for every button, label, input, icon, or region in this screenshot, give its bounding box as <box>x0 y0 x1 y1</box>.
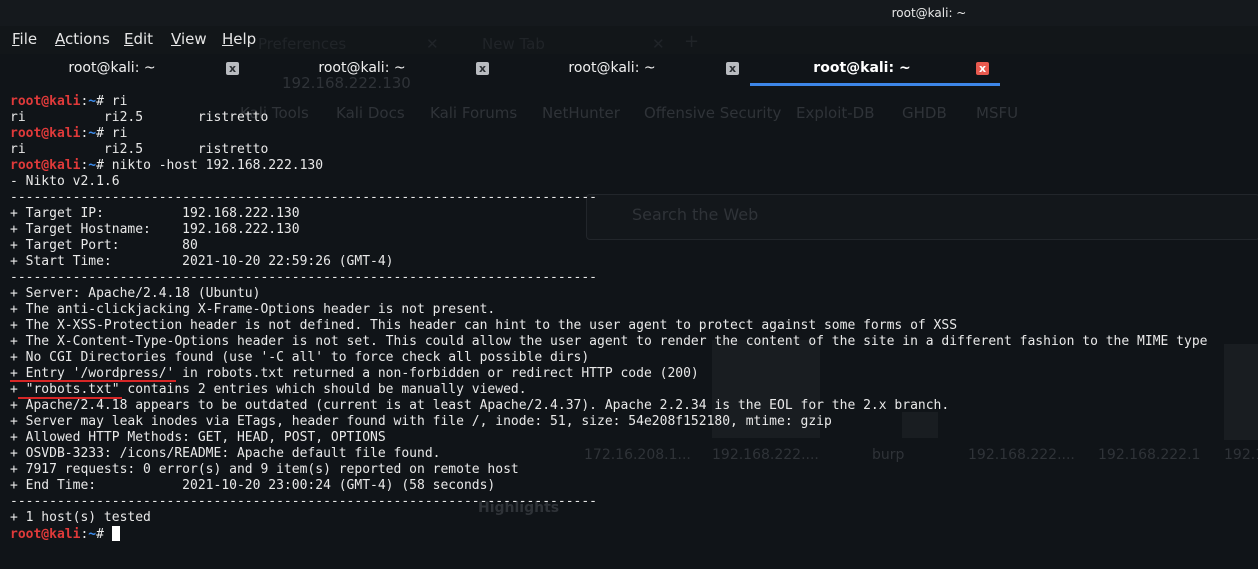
prompt-path: ~ <box>88 126 97 141</box>
terminal-output-line: ----------------------------------------… <box>10 494 597 509</box>
terminal-output-line: + Target Hostname: 192.168.222.130 <box>10 222 300 237</box>
close-icon[interactable]: x <box>226 62 239 75</box>
terminal-output-line: + Target Port: 80 <box>10 238 198 253</box>
terminal-output-line: + Start Time: 2021-10-20 22:59:26 (GMT-4… <box>10 254 394 269</box>
terminal-cursor <box>111 526 120 541</box>
prompt-symbol: # <box>96 126 112 141</box>
prompt-user-host: root@kali <box>10 527 81 542</box>
tab-terminal-4-active[interactable]: root@kali: ~ x <box>750 54 1000 86</box>
terminal-output-line: + The X-XSS-Protection header is not def… <box>10 318 958 333</box>
close-icon[interactable]: x <box>976 62 989 75</box>
prompt-user-host: root@kali <box>10 94 81 109</box>
menu-file[interactable]: File <box>12 30 37 48</box>
menu-actions[interactable]: Actions <box>55 30 110 48</box>
terminal-output-line: + Target IP: 192.168.222.130 <box>10 206 300 221</box>
terminal-output-line: + End Time: 2021-10-20 23:00:24 (GMT-4) … <box>10 478 496 493</box>
terminal-output-line: ----------------------------------------… <box>10 190 597 205</box>
menu-help[interactable]: Help <box>222 30 256 48</box>
terminal-prompt-line: root@kali:~# <box>10 526 1255 542</box>
prompt-symbol: # <box>96 158 112 173</box>
prompt-path: ~ <box>88 94 97 109</box>
terminal-output-line: + 1 host(s) tested <box>10 510 151 525</box>
tab-label: root@kali: ~ <box>318 60 406 76</box>
prompt-symbol: # <box>96 527 112 542</box>
terminal-output-line: + The X-Content-Type-Options header is n… <box>10 334 1208 349</box>
command-text: nikto -host 192.168.222.130 <box>111 158 324 173</box>
tab-terminal-1[interactable]: root@kali: ~ x <box>0 54 250 84</box>
terminal-output-line: + The anti-clickjacking X-Frame-Options … <box>10 302 496 317</box>
window-title: root@kali: ~ <box>891 6 967 20</box>
terminal-output-line: + Server: Apache/2.4.18 (Ubuntu) <box>10 286 261 301</box>
terminal-command-line: root@kali:~# nikto -host 192.168.222.130 <box>10 158 1255 174</box>
terminal-output-line: + Apache/2.4.18 appears to be outdated (… <box>10 398 950 413</box>
tab-label: root@kali: ~ <box>568 60 656 76</box>
active-tab-indicator <box>750 83 1000 86</box>
terminal-output-line: - Nikto v2.1.6 <box>10 174 120 189</box>
terminal-output-line: + Allowed HTTP Methods: GET, HEAD, POST,… <box>10 430 386 445</box>
tab-terminal-2[interactable]: root@kali: ~ x <box>250 54 500 84</box>
annotation-underline-wordpress <box>10 380 176 382</box>
prompt-path: ~ <box>88 527 97 542</box>
terminal-output-line: + Entry '/wordpress/' in robots.txt retu… <box>10 366 699 381</box>
prompt-path: ~ <box>88 158 97 173</box>
terminal-output-line: ri ri2.5 ristretto <box>10 142 269 157</box>
prompt-symbol: # <box>96 94 112 109</box>
terminal-output-line: + OSVDB-3233: /icons/README: Apache defa… <box>10 446 441 461</box>
terminal-output-line: + No CGI Directories found (use '-C all'… <box>10 350 590 365</box>
terminal-command-line: root@kali:~# ri <box>10 126 1255 142</box>
terminal-output[interactable]: root@kali:~# ri ri ri2.5 ristretto root@ka… <box>10 94 1255 564</box>
menu-bar: File Actions Edit View Help <box>0 26 1258 54</box>
menu-view[interactable]: View <box>171 30 207 48</box>
tab-label: root@kali: ~ <box>68 60 156 76</box>
tab-terminal-3[interactable]: root@kali: ~ x <box>500 54 750 84</box>
prompt-user-host: root@kali <box>10 158 81 173</box>
terminal-output-line: + Server may leak inodes via ETags, head… <box>10 414 832 429</box>
terminal-output-line: + 7917 requests: 0 error(s) and 9 item(s… <box>10 462 519 477</box>
prompt-user-host: root@kali <box>10 126 81 141</box>
command-text: ri <box>111 94 128 109</box>
command-text: ri <box>111 126 128 141</box>
close-icon[interactable]: x <box>726 62 739 75</box>
terminal-output-line: + "robots.txt" contains 2 entries which … <box>10 382 527 397</box>
terminal-output-line: ----------------------------------------… <box>10 270 597 285</box>
tab-label: root@kali: ~ <box>813 60 911 76</box>
terminal-command-line: root@kali:~# ri <box>10 94 1255 110</box>
tab-bar: root@kali: ~ x root@kali: ~ x root@kali:… <box>0 54 1258 86</box>
menu-edit[interactable]: Edit <box>124 30 153 48</box>
window-title-bar[interactable]: root@kali: ~ <box>0 0 1258 26</box>
annotation-underline-robots <box>18 397 122 399</box>
terminal-output-line: ri ri2.5 ristretto <box>10 110 269 125</box>
close-icon[interactable]: x <box>476 62 489 75</box>
